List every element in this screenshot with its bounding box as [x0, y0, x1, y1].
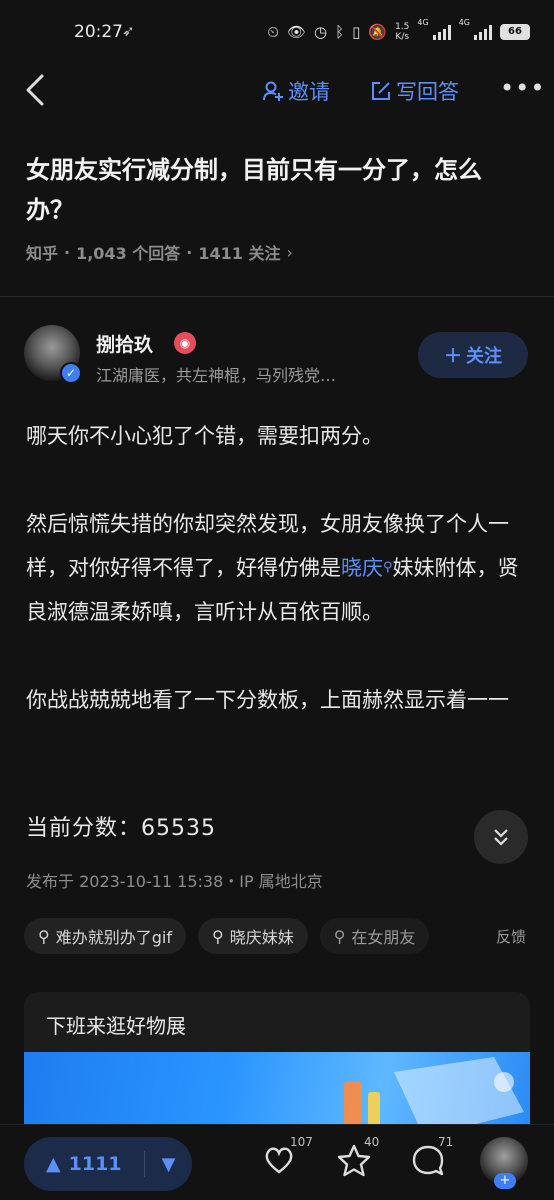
comment-count: 71: [438, 1135, 454, 1149]
related-tags: ⚲ 难办就别办了gif ⚲ 晓庆妹妹 ⚲ 在女朋友: [24, 918, 430, 954]
author-badge-icon: ◉: [174, 332, 196, 354]
status-icons: ⏲ 👁 ◷ ᛒ ▯ 🔕 1.5 K/s 4G 4G 66: [267, 18, 530, 46]
favorite-button[interactable]: 40: [336, 1135, 379, 1183]
status-bar: 20:27 ➶ ⏲ 👁 ◷ ᛒ ▯ 🔕 1.5 K/s 4G 4G 66: [0, 0, 554, 64]
eye-icon: 👁: [286, 23, 307, 41]
question-title[interactable]: 女朋友实行减分制，目前只有一分了，怎么办？: [26, 150, 526, 230]
verified-check-icon: ✓: [60, 362, 82, 384]
back-button[interactable]: [22, 72, 52, 108]
divider: [0, 296, 554, 297]
favorite-count: 40: [364, 1135, 380, 1149]
ad-card[interactable]: 下班来逛好物展: [24, 992, 530, 1142]
question-meta[interactable]: 知乎 · 1,043 个回答 · 1411 关注 ›: [26, 240, 293, 264]
like-button[interactable]: 107: [262, 1135, 313, 1183]
search-icon: ⚲: [211, 926, 224, 946]
write-answer-button[interactable]: 写回答: [370, 76, 459, 106]
publish-info: 发布于 2023-10-11 15:38・IP 属地北京: [26, 872, 323, 891]
triangle-up-icon: ▲: [46, 1153, 61, 1175]
answer-count: 1,043 个回答: [76, 244, 181, 263]
triangle-down-icon: ▼: [161, 1153, 176, 1175]
source-label: 知乎: [26, 244, 59, 263]
collapse-button[interactable]: [474, 810, 528, 864]
signal-icon: [432, 24, 451, 40]
bluetooth-icon: ᛒ: [335, 23, 345, 41]
upvote-count: 1111: [68, 1153, 122, 1175]
search-icon: ⚲: [38, 926, 50, 946]
status-time: 20:27: [74, 22, 123, 42]
plus-icon[interactable]: +: [494, 1173, 516, 1189]
chevron-right-icon: ›: [286, 242, 293, 262]
edit-icon: [372, 82, 390, 100]
write-answer-label: 写回答: [396, 80, 459, 104]
answer-paragraph: 哪天你不小心犯了个错，需要扣两分。: [26, 424, 383, 448]
net-speed: 1.5 K/s: [395, 22, 410, 42]
upvote-button[interactable]: ▲ 1111: [24, 1153, 144, 1175]
answer-paragraph-3: 你战战兢兢地看了一下分数板，上面赫然显示着一一: [26, 688, 509, 712]
network-type-2: 4G: [458, 18, 470, 27]
more-button[interactable]: •••: [500, 74, 545, 102]
top-nav: 邀请 写回答 •••: [0, 64, 554, 120]
plus-icon: ＋: [444, 346, 462, 367]
vibrate-icon: ▯: [352, 23, 361, 41]
author-name[interactable]: 捌拾玖: [96, 330, 153, 357]
network-type: 4G: [417, 18, 429, 27]
author-description: 江湖庸医，共左神棍，马列残党…: [96, 366, 337, 385]
tag-chip-2[interactable]: ⚲ 晓庆妹妹: [197, 918, 308, 954]
invite-button[interactable]: 邀请: [262, 76, 330, 106]
search-icon: ⚲: [333, 926, 346, 946]
invite-label: 邀请: [288, 80, 330, 104]
ad-title: 下班来逛好物展: [46, 1014, 186, 1038]
tag-chip-3[interactable]: ⚲ 在女朋友: [319, 918, 430, 954]
mute-icon: 🔕: [368, 23, 388, 41]
bottom-action-bar: ▲ 1111 ▼ 107 40 71 +: [0, 1124, 554, 1200]
vote-control: ▲ 1111 ▼: [24, 1137, 192, 1191]
answer-content: 哪天你不小心犯了个错，需要扣两分。 然后惊慌失措的你却突然发现，女朋友像换了个人…: [26, 414, 530, 766]
battery-icon: 66: [500, 24, 530, 40]
feedback-button[interactable]: 反馈: [496, 926, 526, 947]
answer-paragraph-2: 然后惊慌失措的你却突然发现，女朋友像换了个人一样，对你好得不得了，好得仿佛是晓庆…: [26, 512, 519, 624]
person-add-icon: [263, 81, 283, 101]
tag-chip[interactable]: ⚲ 难办就别办了gif: [24, 918, 186, 954]
meta-dot-2: ·: [186, 242, 193, 262]
follower-count: 1411 关注: [198, 244, 281, 263]
comment-button[interactable]: 71: [410, 1135, 453, 1183]
like-count: 107: [290, 1135, 313, 1149]
search-icon: ⚲: [383, 560, 393, 575]
clock-icon: ◷: [314, 23, 328, 41]
follow-label: 关注: [466, 346, 502, 367]
signal-icon-2: [474, 24, 492, 40]
alarm-clock-icon: ⏲: [267, 23, 279, 41]
score-line: 当前分数：65535: [26, 816, 216, 841]
follow-button[interactable]: ＋ 关注: [418, 332, 528, 378]
navigation-icon: ➶: [122, 22, 135, 40]
downvote-button[interactable]: ▼: [145, 1154, 192, 1175]
keyword-link[interactable]: 晓庆: [341, 556, 383, 580]
meta-dot: ·: [64, 242, 71, 262]
double-chevron-icon: [494, 829, 508, 846]
chevron-left-icon: [26, 74, 44, 106]
